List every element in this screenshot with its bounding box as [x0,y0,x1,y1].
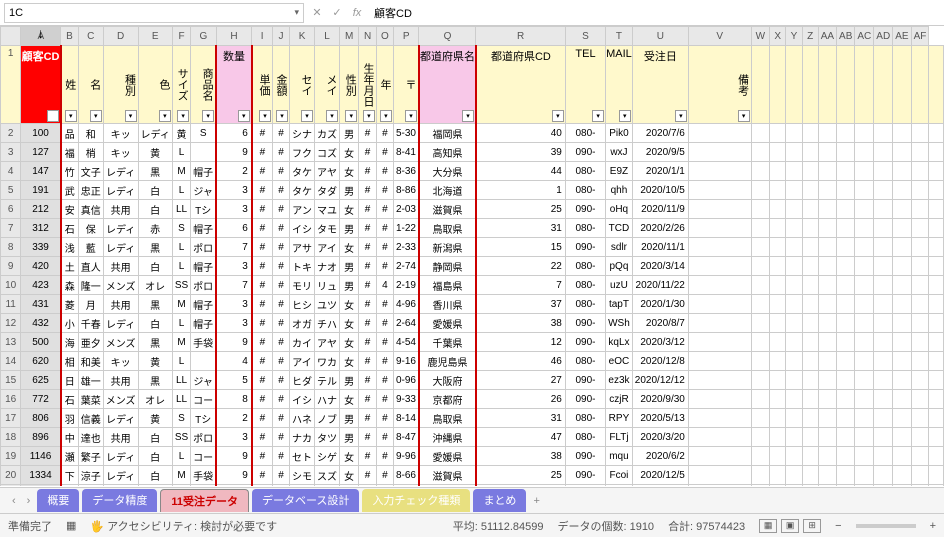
table-row[interactable]: 7312石保レディ赤S帽子6##イシタモ男##1-22鳥取県31080-TCD2… [1,219,944,238]
sheet-tab[interactable]: 入力チェック種類 [362,489,470,512]
table-row[interactable]: 4147竹文子レディ黒M帽子2##タケアヤ女##8-36大分県44080-E9Z… [1,162,944,181]
hdr-r: 都道府県CD▾ [476,46,565,124]
hdr-b: 姓▾ [61,46,79,124]
tab-add[interactable]: + [529,495,543,507]
hdr-e: 色▾ [138,46,172,124]
table-row[interactable]: 12432小千春レディ白L帽子3##オガチハ女##2-64愛媛県38090-WS… [1,314,944,333]
tab-prev[interactable]: ‹ [8,495,20,507]
table-row[interactable]: 5191武忠正レディ白Lジャ3##タケタダ男##8-86北海道1080-qhh2… [1,181,944,200]
hdr-c: 名▾ [78,46,103,124]
view-break-icon[interactable]: ⊞ [803,519,821,533]
hdr-s: TEL▾ [565,46,605,124]
cancel-icon[interactable]: ✕ [308,4,326,22]
zoom-slider[interactable] [856,524,916,528]
zoom-in[interactable]: + [930,520,936,532]
hdr-d: 種別▾ [103,46,138,124]
hdr-k: セイ▾ [290,46,315,124]
hdr-n: 生年月日▾ [359,46,377,124]
filter-icon[interactable]: ▾ [47,110,59,122]
hdr-h: 数量▾ [216,46,252,124]
sheet-tab[interactable]: 概要 [37,489,79,512]
table-row[interactable]: 14620相和美キッ黄L4##アイワカ女##9-16鹿児島県46080-eOC2… [1,352,944,371]
table-row[interactable]: 6212安真信共用白LLTシ3##アンマユ女##2-03滋賀県25090-oHq… [1,200,944,219]
table-row[interactable]: 201334下涼子レディ白M手袋9##シモスズ女##8-66滋賀県25090-F… [1,466,944,485]
table-row[interactable]: 15625日雄一共用黒LLジャ5##ヒダテル男##0-96大阪府27090-ez… [1,371,944,390]
table-row[interactable]: 16772石葉菜メンズオレLLコー8##イシハナ女##9-33京都府26090-… [1,390,944,409]
record-icon: ▦ [66,519,76,532]
table-row[interactable]: 13500海亜夕メンズ黒M手袋9##カイアヤ女##4-54千葉県12090-kq… [1,333,944,352]
sheet-tabs: ‹ › 概要データ精度11受注データデータベース設計入力チェック種類まとめ + [0,487,944,513]
hdr-a: 顧客CD▾ [21,46,61,124]
table-row[interactable]: 2100品和キッレディ黄S6##シナカズ男##5-30福岡県40080-Pik0… [1,124,944,143]
hdr-g: 商品名▾ [191,46,217,124]
column-headers: A↓BCDEFGHIJKLMNOPQRSTUVWXYZAAABACADAEAF [1,27,944,46]
hdr-u: 受注日▾ [632,46,688,124]
hdr-q: 都道府県名▾ [419,46,476,124]
table-row[interactable]: 8339浅藍レディ黒Lポロ7##アサアイ女##2-33新潟県15090-sdlr… [1,238,944,257]
chevron-down-icon[interactable]: ▾ [294,7,299,18]
hdr-t: MAIL▾ [606,46,633,124]
view-layout-icon[interactable]: ▣ [781,519,799,533]
tab-next[interactable]: › [23,495,35,507]
table-row[interactable]: 18896中達也共用白SSポロ3##ナカタツ男##8-47沖縄県47080-FL… [1,428,944,447]
sheet-tab[interactable]: 11受注データ [160,489,249,512]
sheet-tab[interactable]: まとめ [473,489,526,512]
accept-icon[interactable]: ✓ [328,4,346,22]
hdr-p: 〒▾ [393,46,419,124]
table-row[interactable]: 191146瀬繁子レディ白Lコー9##セトシゲ女##9-96愛媛県38090-m… [1,447,944,466]
zoom-out[interactable]: − [835,520,841,532]
hdr-f: サイズ▾ [172,46,190,124]
sheet-tab[interactable]: データベース設計 [252,489,359,512]
name-box[interactable]: 1C▾ [4,3,304,23]
table-row[interactable]: 3127福梢キッ黄L9##フクコズ女##8-41高知県39090-wxJ2020… [1,143,944,162]
sheet-tab[interactable]: データ精度 [82,489,157,512]
table-row[interactable]: 11431菱月共用黒M帽子3##ヒシユツ女##4-96香川県37080-tapT… [1,295,944,314]
status-bar: 準備完了 ▦ 🖐 アクセシビリティ: 検討が必要です 平均: 51112.845… [0,513,944,537]
spreadsheet-grid[interactable]: A↓BCDEFGHIJKLMNOPQRSTUVWXYZAAABACADAEAF … [0,26,944,486]
table-row[interactable]: 211397大彩花メンズオレMジャ4##オオリオ女##9-70埼玉県11090-… [1,485,944,487]
hdr-o: 年▾ [376,46,393,124]
fx-icon[interactable]: fx [348,4,366,22]
hdr-v: 備考▾ [688,46,751,124]
hdr-l: メイ▾ [315,46,340,124]
formula-bar[interactable]: 顧客CD [370,3,940,23]
view-normal-icon[interactable]: ▦ [759,519,777,533]
table-row[interactable]: 10423森隆一メンズオレSSポロ7##モリリュ男#42-19福島県7080-u… [1,276,944,295]
table-row[interactable]: 17806羽信義レディ黄STシ2##ハネノブ男##8-14鳥取県31080-RP… [1,409,944,428]
header-row: 1 顧客CD▾ 姓▾ 名▾ 種別▾ 色▾ サイズ▾ 商品名▾ 数量▾ 単価▾ 金… [1,46,944,124]
hdr-i: 単価▾ [252,46,273,124]
hdr-m: 性別▾ [340,46,359,124]
table-row[interactable]: 9420土直人共用白L帽子3##トキナオ男##2-74静岡県22080-pQq2… [1,257,944,276]
hdr-j: 金額▾ [273,46,290,124]
